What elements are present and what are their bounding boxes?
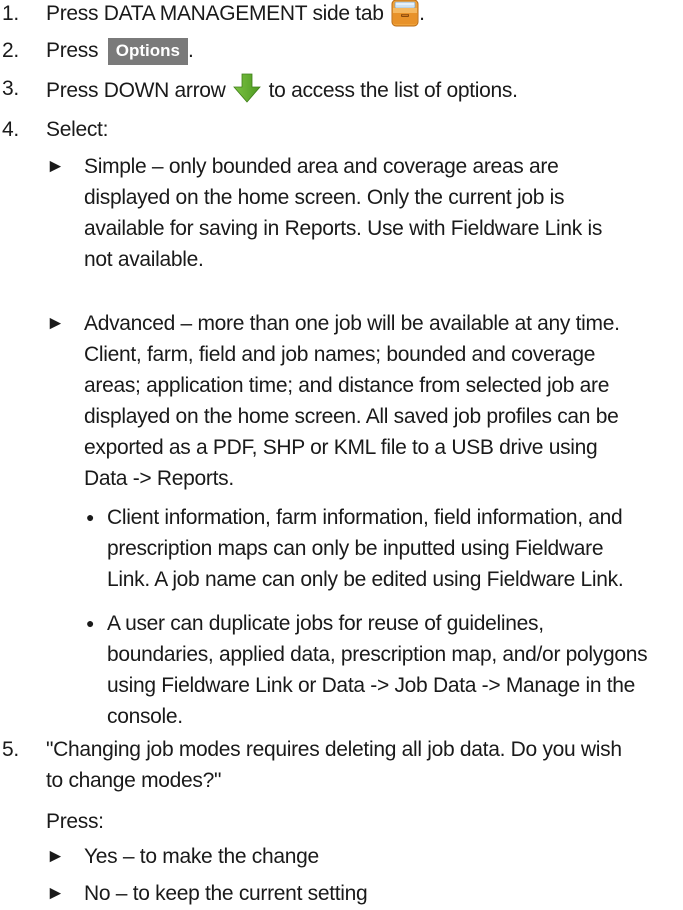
- green-down-arrow-icon: [233, 73, 261, 103]
- step-number: 5.: [2, 738, 19, 761]
- step-number: 2.: [2, 39, 19, 62]
- note-line: A user can duplicate jobs for reuse of g…: [107, 612, 544, 635]
- note-line: using Fieldware Link or Data -> Job Data…: [107, 674, 636, 697]
- option-advanced: ► Advanced – more than one job will be a…: [46, 308, 683, 494]
- step-line: to change modes?": [46, 769, 222, 792]
- step-text: Press: [46, 39, 99, 62]
- step-4: 4. Select:: [0, 114, 108, 145]
- option-line: areas; application time; and distance fr…: [84, 374, 610, 397]
- step-text: Press DOWN arrow: [46, 79, 226, 102]
- step-number: 1.: [2, 2, 19, 25]
- option-line: not available.: [84, 248, 204, 271]
- option-line: available for saving in Reports. Use wit…: [84, 217, 603, 240]
- step-text: Select:: [46, 118, 109, 141]
- note-line: boundaries, applied data, prescription m…: [107, 643, 648, 666]
- round-bullet-icon: ●: [86, 615, 95, 631]
- step-text-end: .: [187, 39, 194, 62]
- triangle-bullet-icon: ►: [46, 156, 65, 177]
- advanced-note-2: ● A user can duplicate jobs for reuse of…: [86, 608, 683, 732]
- note-line: prescription maps can only be inputted u…: [107, 537, 604, 560]
- step-text-end: to access the list of options.: [268, 79, 518, 102]
- step-line: "Changing job modes requires deleting al…: [46, 738, 622, 761]
- step-number: 4.: [2, 118, 19, 141]
- data-management-tab-icon: [391, 0, 419, 27]
- option-line: Client, farm, field and job names; bound…: [84, 343, 596, 366]
- triangle-bullet-icon: ►: [46, 846, 65, 867]
- triangle-bullet-icon: ►: [46, 883, 65, 904]
- option-line: displayed on the home screen. Only the c…: [84, 186, 565, 209]
- note-line: console.: [107, 705, 183, 728]
- option-line: Simple – only bounded area and coverage …: [84, 155, 559, 178]
- advanced-note-1: ● Client information, farm information, …: [86, 502, 683, 595]
- step-text: Press DATA MANAGEMENT side tab: [46, 2, 384, 25]
- round-bullet-icon: ●: [86, 509, 95, 525]
- options-button: Options: [107, 38, 188, 65]
- step-3: 3. Press DOWN arrow to access the list o…: [0, 73, 518, 106]
- option-line: Advanced – more than one job will be ava…: [84, 312, 620, 335]
- step-text-end: .: [419, 2, 425, 25]
- option-yes: ► Yes – to make the change: [46, 841, 319, 872]
- note-line: Client information, farm information, fi…: [107, 506, 623, 529]
- option-text: Yes – to make the change: [84, 845, 319, 868]
- step-number: 3.: [2, 77, 19, 100]
- option-line: Data -> Reports.: [84, 467, 234, 490]
- triangle-bullet-icon: ►: [46, 313, 65, 334]
- option-text: No – to keep the current setting: [84, 882, 368, 905]
- step-2: 2. Press Options.: [0, 35, 194, 66]
- press-label: Press:: [46, 810, 104, 833]
- step-5: 5. "Changing job modes requires deleting…: [0, 734, 683, 796]
- option-line: exported as a PDF, SHP or KML file to a …: [84, 436, 598, 459]
- option-no: ► No – to keep the current setting: [46, 878, 368, 909]
- step-1: 1. Press DATA MANAGEMENT side tab .: [0, 0, 425, 29]
- option-simple: ► Simple – only bounded area and coverag…: [46, 151, 683, 275]
- option-line: displayed on the home screen. All saved …: [84, 405, 619, 428]
- note-line: Link. A job name can only be edited usin…: [107, 568, 624, 591]
